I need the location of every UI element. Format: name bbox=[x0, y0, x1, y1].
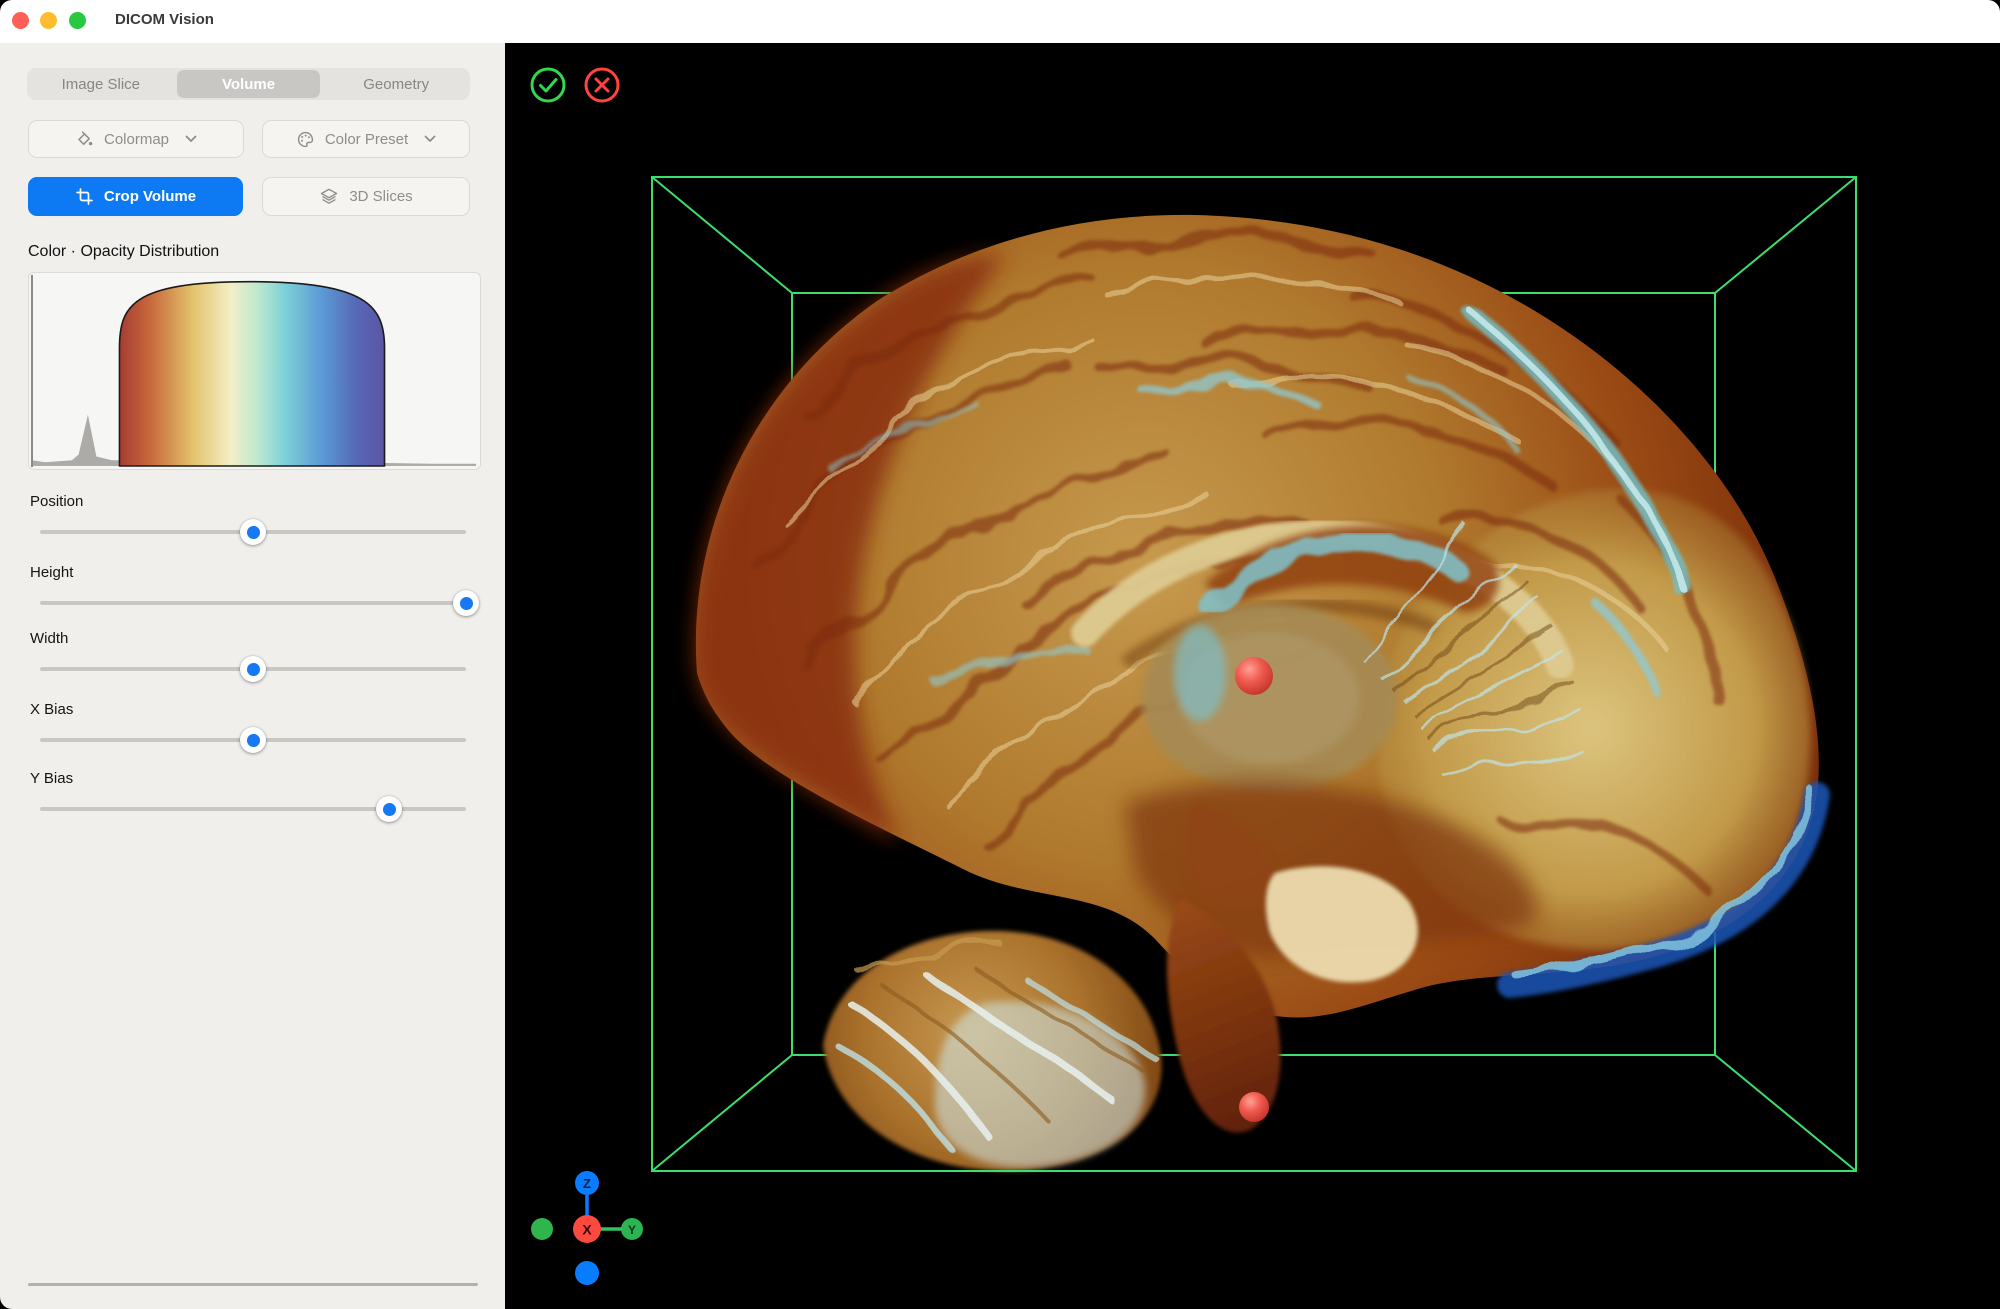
color-preset-label: Color Preset bbox=[325, 131, 408, 148]
confirm-crop-button[interactable] bbox=[532, 69, 564, 101]
sidebar: Image Slice Volume Geometry Colormap bbox=[0, 43, 505, 1309]
view-mode-tabs: Image Slice Volume Geometry bbox=[27, 68, 470, 100]
cancel-crop-button[interactable] bbox=[586, 69, 618, 101]
tab-geometry[interactable]: Geometry bbox=[324, 70, 468, 98]
colormap-dropdown[interactable]: Colormap bbox=[28, 120, 244, 158]
axis-y-label: Y bbox=[628, 1223, 636, 1237]
zoom-button[interactable] bbox=[69, 12, 86, 29]
palette-icon bbox=[296, 130, 315, 149]
sidebar-horizontal-scrollbar[interactable] bbox=[28, 1283, 478, 1286]
volume-viewport[interactable]: Z Y X bbox=[505, 43, 2000, 1309]
axis-orientation-gizmo: Z Y X bbox=[531, 1171, 643, 1285]
color-opacity-distribution-chart[interactable] bbox=[28, 272, 481, 470]
x-bias-slider-label: X Bias bbox=[30, 701, 73, 718]
layers-icon bbox=[319, 187, 339, 206]
y-bias-slider-thumb[interactable] bbox=[376, 796, 402, 822]
minimize-button[interactable] bbox=[40, 12, 57, 29]
tab-volume[interactable]: Volume bbox=[177, 70, 321, 98]
width-slider[interactable] bbox=[40, 667, 466, 671]
window-title: DICOM Vision bbox=[115, 11, 214, 28]
position-slider-label: Position bbox=[30, 493, 83, 510]
titlebar: DICOM Vision bbox=[0, 0, 2000, 43]
chevron-down-icon bbox=[424, 135, 436, 143]
colormap-label: Colormap bbox=[104, 131, 169, 148]
3d-slices-button[interactable]: 3D Slices bbox=[262, 177, 470, 216]
crop-handle-center[interactable] bbox=[1235, 657, 1273, 695]
tab-image-slice[interactable]: Image Slice bbox=[29, 70, 173, 98]
axis-minus-z-handle[interactable] bbox=[575, 1261, 599, 1285]
3d-slices-label: 3D Slices bbox=[349, 188, 412, 205]
position-slider-thumb[interactable] bbox=[240, 519, 266, 545]
axis-x-label: X bbox=[582, 1222, 592, 1238]
slider-row-width: Width bbox=[0, 630, 505, 690]
app-window: DICOM Vision Image Slice Volume Geometry… bbox=[0, 0, 2000, 1309]
color-preset-dropdown[interactable]: Color Preset bbox=[262, 120, 470, 158]
y-bias-slider-label: Y Bias bbox=[30, 770, 73, 787]
slider-row-height: Height bbox=[0, 564, 505, 624]
chevron-down-icon bbox=[185, 135, 197, 143]
slider-row-x-bias: X Bias bbox=[0, 701, 505, 761]
axis-minus-y-handle[interactable] bbox=[531, 1218, 553, 1240]
paint-bucket-icon bbox=[75, 130, 94, 149]
axis-z-label: Z bbox=[583, 1176, 591, 1191]
transfer-function-plot bbox=[29, 273, 480, 469]
slider-row-position: Position bbox=[0, 493, 505, 553]
width-slider-label: Width bbox=[30, 630, 68, 647]
crop-icon bbox=[75, 187, 94, 206]
height-slider-thumb[interactable] bbox=[453, 590, 479, 616]
height-slider[interactable] bbox=[40, 601, 466, 605]
close-button[interactable] bbox=[12, 12, 29, 29]
crop-volume-label: Crop Volume bbox=[104, 188, 196, 205]
check-icon bbox=[541, 80, 557, 92]
x-icon bbox=[596, 79, 608, 91]
slider-row-y-bias: Y Bias bbox=[0, 770, 505, 830]
height-slider-label: Height bbox=[30, 564, 73, 581]
width-slider-thumb[interactable] bbox=[240, 656, 266, 682]
crop-volume-button[interactable]: Crop Volume bbox=[28, 177, 243, 216]
x-bias-slider-thumb[interactable] bbox=[240, 727, 266, 753]
x-bias-slider[interactable] bbox=[40, 738, 466, 742]
position-slider[interactable] bbox=[40, 530, 466, 534]
y-bias-slider[interactable] bbox=[40, 807, 466, 811]
opacity-dome[interactable] bbox=[119, 282, 384, 466]
distribution-section-title: Color · Opacity Distribution bbox=[28, 243, 219, 261]
crop-handle-bottom[interactable] bbox=[1239, 1092, 1269, 1122]
